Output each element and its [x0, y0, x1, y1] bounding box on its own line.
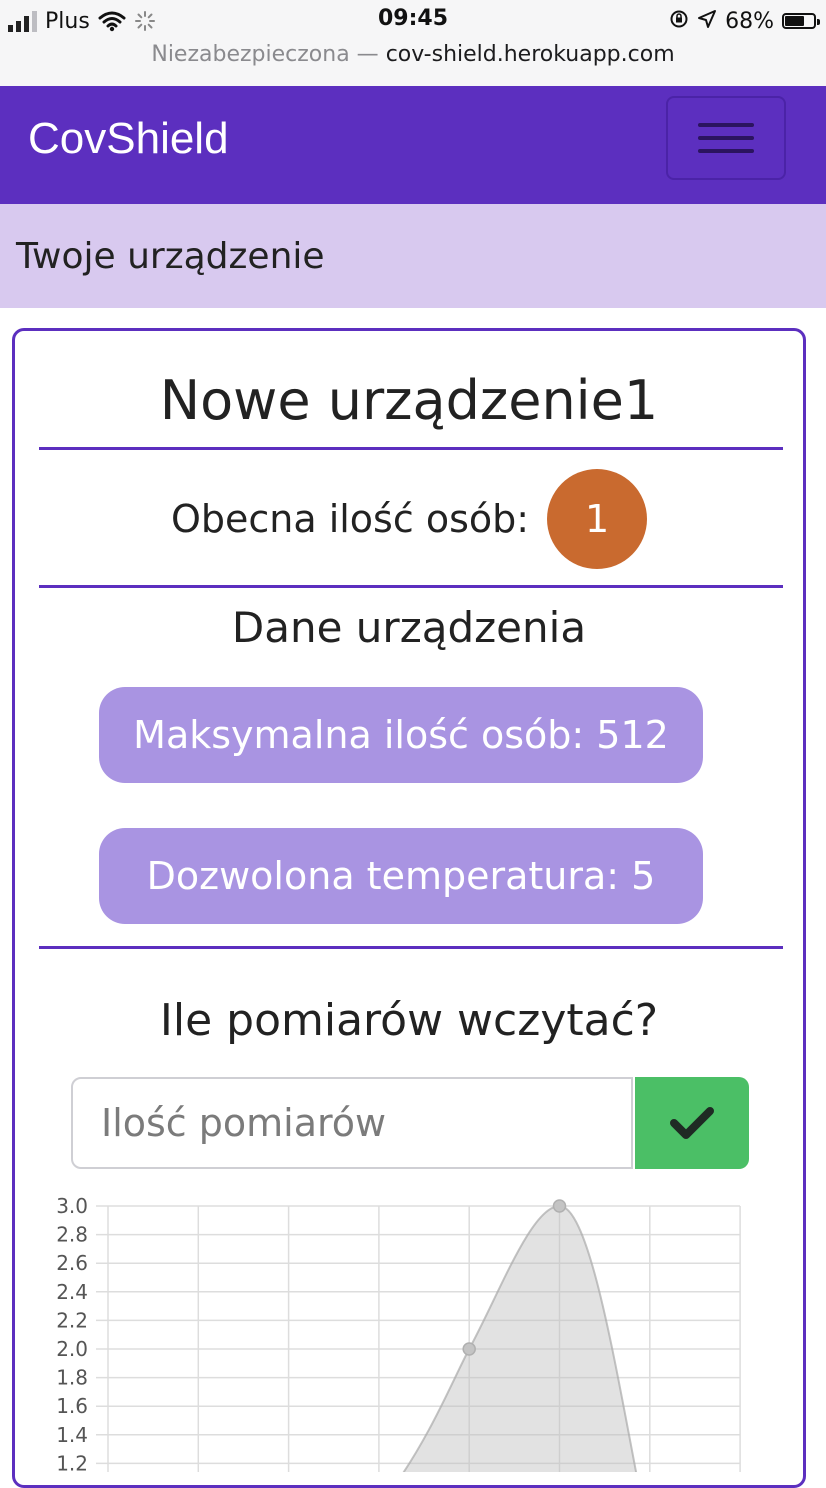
- current-count-row: Obecna ilość osób: 1: [15, 469, 803, 569]
- data-point[interactable]: [552, 1199, 567, 1213]
- orientation-lock-icon: [669, 9, 689, 33]
- y-tick-label: 1.6: [56, 1394, 88, 1418]
- measurements-chart: 3.0 2.8 2.6 2.4 2.2 2.0 1.8 1.6 1.4 1.2: [0, 1190, 826, 1472]
- measurements-question: Ile pomiarów wczytać?: [159, 995, 659, 1046]
- current-count-label: Obecna ilość osób:: [170, 497, 530, 541]
- hamburger-menu-button[interactable]: [666, 96, 786, 180]
- y-tick-label: 2.0: [56, 1337, 88, 1361]
- navbar: CovShield: [0, 86, 826, 204]
- checkmark-icon: [670, 1107, 714, 1139]
- brand-logo[interactable]: CovShield: [28, 114, 229, 164]
- y-tick-label: 1.8: [56, 1366, 88, 1390]
- area-series: [402, 1204, 638, 1472]
- y-tick-label: 2.8: [56, 1223, 88, 1247]
- status-right: 68%: [669, 6, 820, 36]
- divider: [39, 946, 783, 949]
- y-tick-label: 2.4: [56, 1280, 88, 1304]
- y-tick-label: 2.6: [56, 1251, 88, 1275]
- status-bar: Plus 09:45 68% Niezabezpieczona — cov-sh…: [0, 0, 826, 87]
- breadcrumb-label: Twoje urządzenie: [16, 236, 325, 277]
- security-warning: Niezabezpieczona —: [151, 42, 379, 67]
- y-tick-label: 1.2: [56, 1451, 88, 1472]
- menu-bar: [698, 149, 754, 153]
- data-point[interactable]: [462, 1342, 476, 1356]
- measurements-count-input[interactable]: [71, 1077, 633, 1169]
- device-name: Nowe urządzenie1: [159, 369, 659, 432]
- address-bar[interactable]: Niezabezpieczona — cov-shield.herokuapp.…: [0, 42, 826, 67]
- signal-icon: [8, 10, 37, 32]
- battery-percent: 68%: [725, 8, 774, 34]
- y-tick-label: 1.4: [56, 1423, 88, 1447]
- location-icon: [697, 9, 717, 33]
- current-count-badge: 1: [547, 469, 648, 569]
- divider: [39, 585, 783, 588]
- loading-icon: [134, 10, 156, 32]
- confirm-button[interactable]: [635, 1077, 749, 1169]
- url-host: cov-shield.herokuapp.com: [385, 42, 675, 67]
- wifi-icon: [98, 10, 126, 32]
- measurements-chart-svg: 3.0 2.8 2.6 2.4 2.2 2.0 1.8 1.6 1.4 1.2: [56, 1194, 741, 1472]
- allowed-temperature-pill: Dozwolona temperatura: 5: [99, 828, 703, 924]
- menu-bar: [698, 123, 754, 127]
- y-tick-label: 2.2: [56, 1308, 88, 1332]
- menu-bar: [698, 136, 754, 140]
- carrier-name: Plus: [45, 8, 90, 34]
- status-left: Plus: [8, 6, 156, 36]
- max-people-pill: Maksymalna ilość osób: 512: [99, 687, 703, 783]
- battery-icon: [782, 13, 820, 29]
- device-data-heading: Dane urządzenia: [231, 603, 587, 652]
- breadcrumb: Twoje urządzenie: [0, 204, 826, 308]
- divider: [39, 447, 783, 450]
- y-tick-label: 3.0: [56, 1194, 88, 1218]
